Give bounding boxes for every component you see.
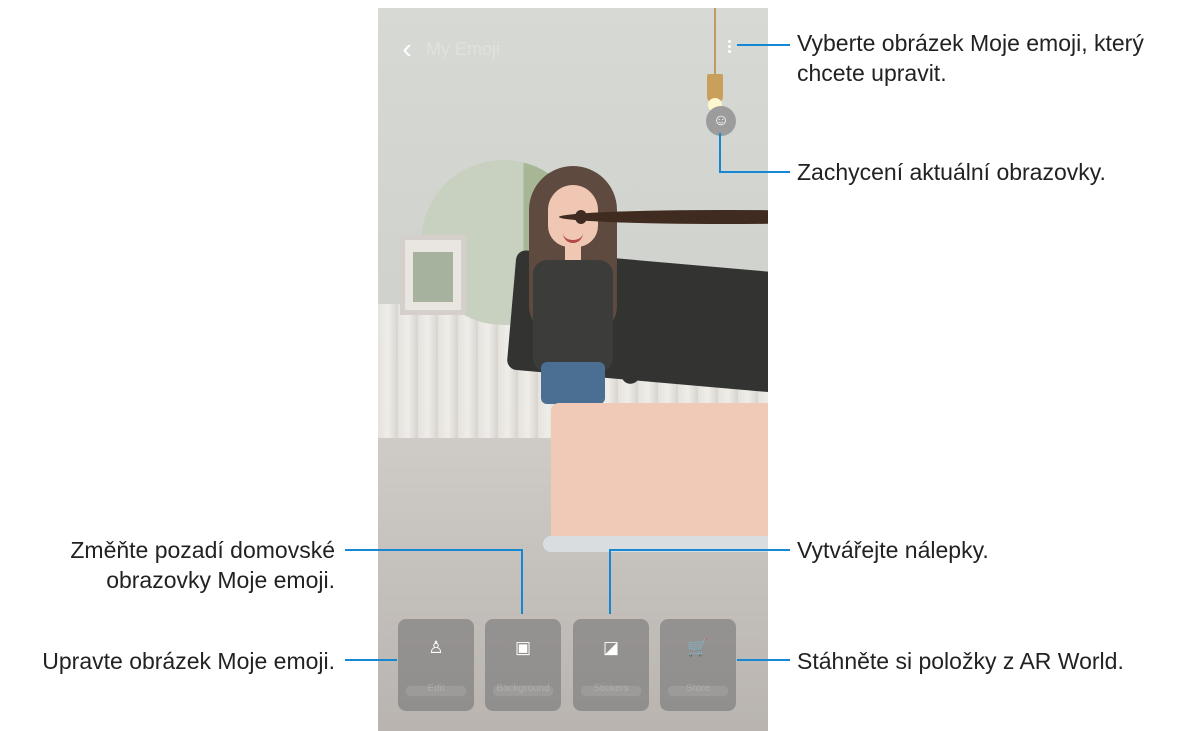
background-button[interactable]: ▣ Background [485, 619, 561, 711]
emoji-avatar [503, 148, 768, 568]
image-icon: ▣ [514, 638, 532, 657]
my-emoji-screen: ‹ My Emoji ☺ ♙ Edit ▣ Background ◪ Stick… [378, 8, 768, 731]
edit-label: Edit [427, 683, 445, 694]
cart-icon: 🛒 [687, 638, 709, 657]
edit-emoji-button[interactable]: ♙ Edit [398, 619, 474, 711]
face-capture-icon[interactable]: ☺ [706, 106, 736, 136]
callout-line-stickers [609, 549, 790, 551]
store-button[interactable]: 🛒 Store [660, 619, 736, 711]
callout-create-stickers: Vytvářejte nálepky. [797, 537, 989, 563]
person-icon: ♙ [428, 638, 444, 657]
callout-change-background: Změňte pozadí domovské obrazovky Moje em… [70, 537, 335, 593]
lamp-cord [714, 8, 716, 74]
callout-line-background-vertical [521, 549, 523, 614]
neck [565, 245, 581, 261]
callout-line-stickers-vertical [609, 549, 611, 614]
back-icon[interactable]: ‹ [392, 34, 422, 64]
callout-line-capture-vertical [719, 133, 721, 172]
callout-line-select [737, 44, 790, 46]
callout-select-emoji: Vyberte obrázek Moje emoji, který chcete… [797, 30, 1144, 86]
shorts [541, 362, 605, 404]
screen-title: My Emoji [426, 39, 501, 59]
callout-line-store [737, 659, 790, 661]
callout-edit-emoji: Upravte obrázek Moje emoji. [42, 648, 335, 674]
callout-line-edit [345, 659, 397, 661]
store-label: Store [686, 683, 710, 694]
right-leg [577, 403, 593, 543]
callout-line-background [345, 549, 522, 551]
callout-download-items: Stáhněte si položky z AR World. [797, 648, 1124, 674]
stickers-button[interactable]: ◪ Stickers [573, 619, 649, 711]
shirt [533, 260, 613, 372]
sticker-icon: ◪ [602, 638, 620, 657]
right-shoe [573, 536, 601, 552]
more-options-icon[interactable] [724, 38, 734, 62]
right-eye [575, 210, 587, 224]
callout-line-capture [719, 171, 790, 173]
callout-capture-screen: Zachycení aktuální obrazovky. [797, 159, 1106, 185]
picture-frame [400, 235, 466, 315]
background-label: Background [496, 683, 550, 694]
stickers-label: Stickers [593, 683, 629, 694]
